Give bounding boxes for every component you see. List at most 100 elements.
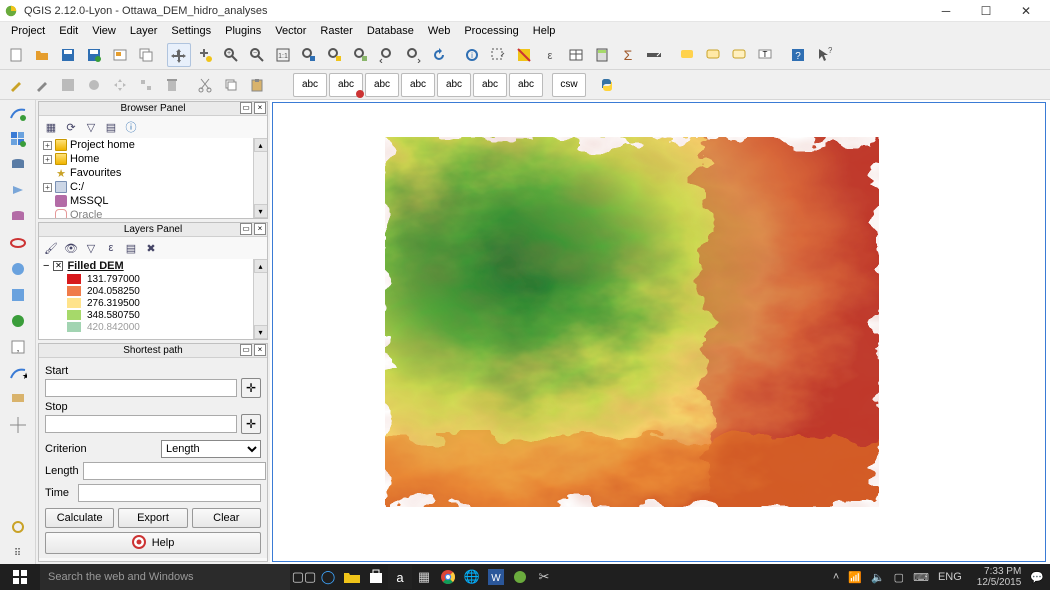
map-canvas[interactable] xyxy=(272,102,1046,562)
browser-tree[interactable]: +Project home +Home ★Favourites +C:/ MSS… xyxy=(39,138,267,218)
statistics-button[interactable]: Σ xyxy=(616,43,640,67)
taskbar-amazon-icon[interactable]: a xyxy=(388,565,412,589)
label-abc-7[interactable]: abc xyxy=(509,73,543,97)
browser-item-oracle[interactable]: Oracle xyxy=(70,209,102,218)
tray-lang[interactable]: ENG xyxy=(938,571,962,583)
sp-help-button[interactable]: Help xyxy=(45,532,261,554)
identify-button[interactable]: i xyxy=(460,43,484,67)
pan-map-button[interactable] xyxy=(167,43,191,67)
label-abc-6[interactable]: abc xyxy=(473,73,507,97)
browser-refresh-button[interactable]: ⟳ xyxy=(63,119,79,135)
pan-to-selection-button[interactable] xyxy=(193,43,217,67)
new-project-button[interactable] xyxy=(4,43,28,67)
label-abc-2[interactable]: abc xyxy=(329,73,363,97)
save-button[interactable] xyxy=(56,43,80,67)
sp-export-button[interactable]: Export xyxy=(118,508,187,528)
label-abc-4[interactable]: abc xyxy=(401,73,435,97)
copy-button[interactable] xyxy=(219,73,243,97)
python-console-button[interactable] xyxy=(595,73,619,97)
layers-tree[interactable]: − ✕ Filled DEM 131.797000 204.058250 276… xyxy=(39,259,267,339)
add-spatialite-layer-button[interactable] xyxy=(7,180,29,202)
label-abc-5[interactable]: abc xyxy=(437,73,471,97)
zoom-to-layer-button[interactable] xyxy=(349,43,373,67)
sp-stop-pick-button[interactable]: ✛ xyxy=(241,414,261,434)
panel-handle-icon[interactable]: ⠿ xyxy=(7,542,29,564)
sp-criterion-select[interactable]: Length xyxy=(161,440,261,458)
processing-toolbox-button[interactable] xyxy=(7,516,29,538)
csw-button[interactable]: csw xyxy=(552,73,586,97)
menu-settings[interactable]: Settings xyxy=(164,24,218,38)
save-edits-button[interactable] xyxy=(56,73,80,97)
move-feature-button[interactable] xyxy=(108,73,132,97)
menu-raster[interactable]: Raster xyxy=(313,24,359,38)
menu-vector[interactable]: Vector xyxy=(268,24,313,38)
show-bookmarks-button[interactable] xyxy=(727,43,751,67)
taskbar-search[interactable]: Search the web and Windows xyxy=(40,564,290,590)
new-bookmark-button[interactable] xyxy=(701,43,725,67)
open-attribute-table-button[interactable] xyxy=(564,43,588,67)
select-features-button[interactable] xyxy=(486,43,510,67)
taskbar-qgis-icon[interactable] xyxy=(508,565,532,589)
shortest-path-close-button[interactable]: × xyxy=(254,344,266,356)
open-project-button[interactable] xyxy=(30,43,54,67)
whats-this-button[interactable]: ? xyxy=(812,43,836,67)
cut-button[interactable] xyxy=(193,73,217,97)
layer-collapse-toggle[interactable]: − xyxy=(43,260,49,272)
add-virtual-layer-button[interactable] xyxy=(7,388,29,410)
add-wms-layer-button[interactable] xyxy=(7,258,29,280)
paste-button[interactable] xyxy=(245,73,269,97)
layer-filled-dem[interactable]: Filled DEM xyxy=(67,260,123,272)
label-abc-3[interactable]: abc xyxy=(365,73,399,97)
add-oracle-layer-button[interactable] xyxy=(7,232,29,254)
layers-filter-button[interactable]: ▽ xyxy=(83,240,99,256)
menu-layer[interactable]: Layer xyxy=(123,24,165,38)
zoom-to-selection-button[interactable] xyxy=(323,43,347,67)
close-button[interactable]: ✕ xyxy=(1006,0,1046,22)
composer-manager-button[interactable] xyxy=(134,43,158,67)
taskbar-word-icon[interactable]: W xyxy=(484,565,508,589)
sp-calculate-button[interactable]: Calculate xyxy=(45,508,114,528)
taskbar-explorer-icon[interactable] xyxy=(340,565,364,589)
tray-volume-icon[interactable]: 🔈 xyxy=(871,571,885,584)
add-delimited-text-button[interactable]: , xyxy=(7,336,29,358)
new-print-composer-button[interactable] xyxy=(108,43,132,67)
menu-view[interactable]: View xyxy=(85,24,123,38)
toggle-editing-button[interactable] xyxy=(30,73,54,97)
help-button[interactable]: ? xyxy=(786,43,810,67)
sp-time-input[interactable] xyxy=(78,484,261,502)
menu-web[interactable]: Web xyxy=(421,24,457,38)
node-tool-button[interactable] xyxy=(134,73,158,97)
sp-stop-input[interactable] xyxy=(45,415,237,433)
add-mssql-layer-button[interactable] xyxy=(7,206,29,228)
taskbar-app2-icon[interactable]: 🌐 xyxy=(460,565,484,589)
layers-panel-popout-button[interactable]: ▭ xyxy=(240,223,252,235)
select-by-expression-button[interactable]: ε xyxy=(538,43,562,67)
zoom-full-button[interactable] xyxy=(297,43,321,67)
zoom-native-button[interactable]: 1:1 xyxy=(271,43,295,67)
taskbar-chrome-icon[interactable] xyxy=(436,565,460,589)
browser-panel-close-button[interactable]: × xyxy=(254,102,266,114)
menu-edit[interactable]: Edit xyxy=(52,24,85,38)
add-raster-layer-button[interactable] xyxy=(7,128,29,150)
browser-panel-popout-button[interactable]: ▭ xyxy=(240,102,252,114)
sp-start-input[interactable] xyxy=(45,379,237,397)
browser-item-favourites[interactable]: Favourites xyxy=(70,167,121,179)
browser-scrollbar[interactable]: ▴▾ xyxy=(253,138,267,218)
save-as-button[interactable] xyxy=(82,43,106,67)
sp-clear-button[interactable]: Clear xyxy=(192,508,261,528)
measure-button[interactable] xyxy=(642,43,666,67)
task-view-button[interactable]: ▢▢ xyxy=(292,565,316,589)
sp-start-pick-button[interactable]: ✛ xyxy=(241,378,261,398)
browser-filter-button[interactable]: ▽ xyxy=(83,119,99,135)
browser-item-mssql[interactable]: MSSQL xyxy=(70,195,109,207)
zoom-out-button[interactable]: − xyxy=(245,43,269,67)
browser-item-project-home[interactable]: Project home xyxy=(70,139,135,151)
taskbar-app1-icon[interactable]: ▦ xyxy=(412,565,436,589)
minimize-button[interactable]: ─ xyxy=(926,0,966,22)
add-wcs-layer-button[interactable] xyxy=(7,284,29,306)
layers-expression-button[interactable]: ε xyxy=(103,240,119,256)
refresh-button[interactable] xyxy=(427,43,451,67)
menu-help[interactable]: Help xyxy=(526,24,563,38)
zoom-in-button[interactable]: + xyxy=(219,43,243,67)
layers-expand-button[interactable]: ▤ xyxy=(123,240,139,256)
